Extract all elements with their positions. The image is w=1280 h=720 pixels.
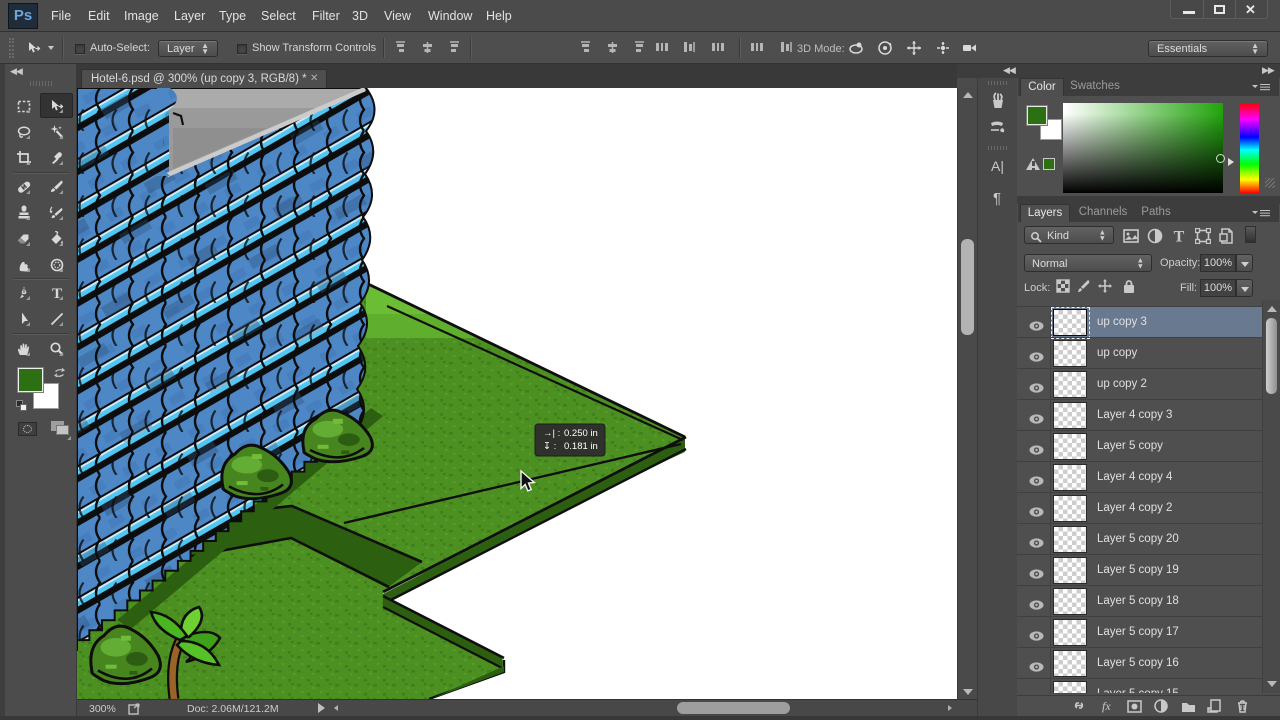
svg-text:→| :: →| : bbox=[543, 428, 560, 439]
svg-text:0.250 in: 0.250 in bbox=[564, 428, 598, 439]
svg-text:T: T bbox=[1174, 229, 1185, 245]
svg-text:0.181 in: 0.181 in bbox=[564, 441, 598, 452]
svg-text:↧ :: ↧ : bbox=[543, 441, 556, 452]
svg-text:fx: fx bbox=[1102, 699, 1111, 713]
